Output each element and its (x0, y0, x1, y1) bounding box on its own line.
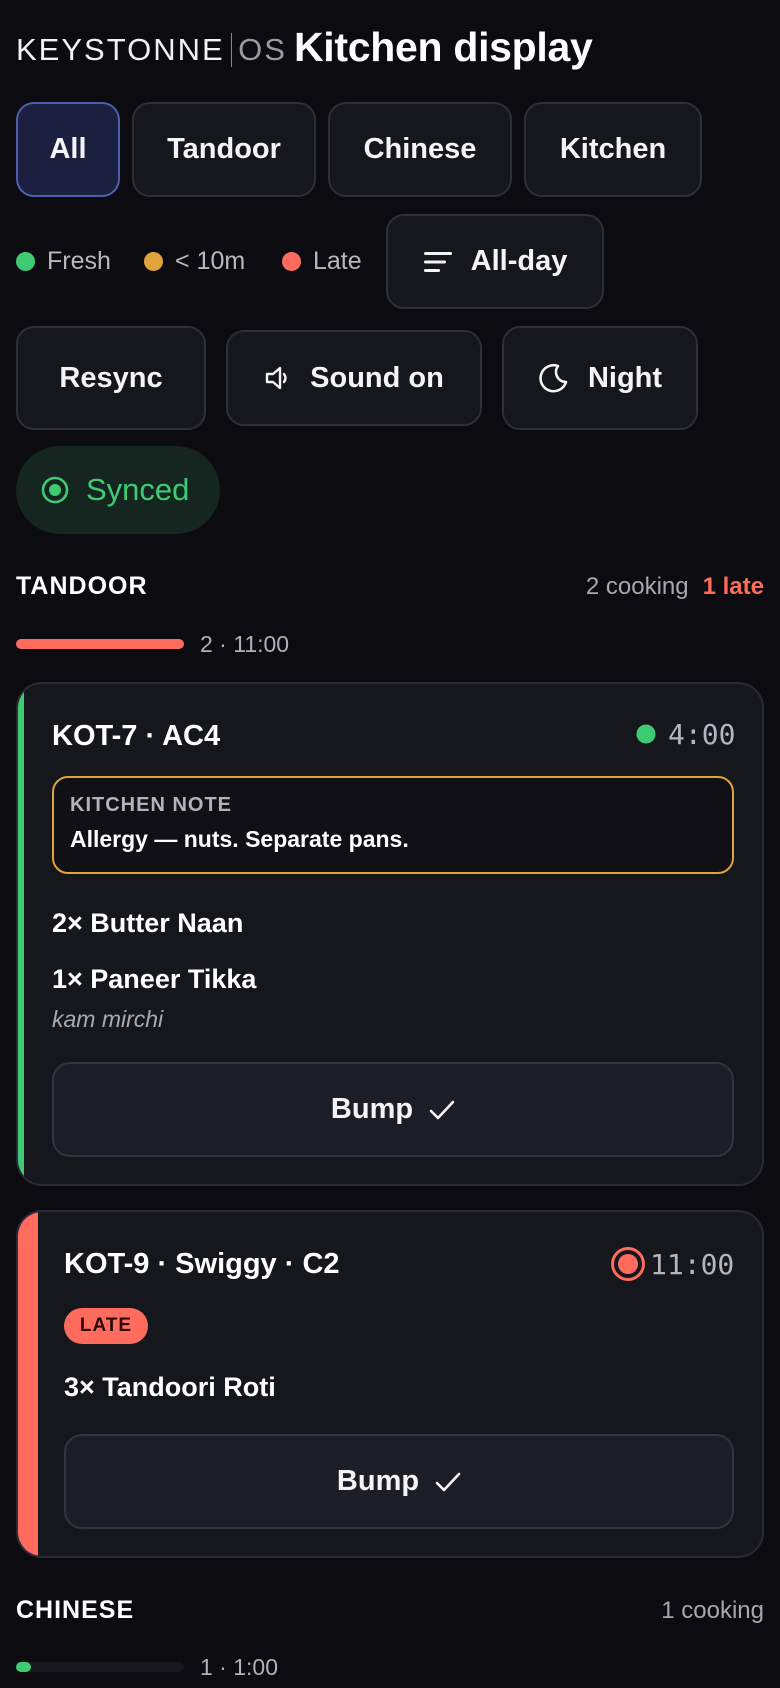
chinese-progress-fill (16, 1662, 32, 1672)
brand-divider (230, 33, 233, 67)
soon-dot-icon (144, 251, 163, 271)
late-count: 1 late (702, 573, 764, 600)
legend-late: Late (282, 246, 362, 276)
speaker-icon (265, 366, 287, 390)
bump-button[interactable]: Bump (52, 1062, 734, 1157)
ticket-card: KOT-9 · Swiggy · C2 11:00 LATE 3× Tandoo… (16, 1210, 764, 1558)
sound-toggle-button[interactable]: Sound on (226, 330, 482, 426)
section-title-tandoor: TANDOOR (16, 572, 148, 600)
ticket-item: 2× Butter Naan (52, 908, 244, 938)
moon-icon (539, 363, 568, 393)
chinese-progress-label: 1 · 1:00 (200, 1654, 278, 1680)
legend-label: < 10m (175, 246, 246, 275)
all-day-label: All-day (470, 245, 568, 277)
kitchen-note: KITCHEN NOTE Allergy — nuts. Separate pa… (52, 776, 734, 874)
tandoor-progress-fill (16, 639, 184, 649)
station-chip-all[interactable]: All (16, 102, 120, 197)
station-chip-tandoor[interactable]: Tandoor (132, 102, 316, 197)
bump-label: Bump (336, 1465, 420, 1497)
sync-status-badge: Synced (16, 446, 220, 534)
station-chip-label: Chinese (363, 133, 477, 165)
cooking-count: 1 cooking (661, 1597, 764, 1624)
station-chip-kitchen[interactable]: Kitchen (524, 102, 702, 197)
kitchen-note-text: Allergy — nuts. Separate pans. (70, 826, 409, 852)
ticket-title: KOT-9 · Swiggy · C2 (64, 1248, 340, 1280)
tandoor-progress-bar (16, 639, 184, 649)
late-badge: LATE (64, 1308, 148, 1344)
header: KEYSTONNE OS Kitchen display (16, 22, 766, 78)
fresh-status-icon (636, 724, 656, 744)
station-chip-chinese[interactable]: Chinese (328, 102, 512, 197)
night-mode-button[interactable]: Night (502, 326, 698, 430)
sync-status-label: Synced (86, 472, 190, 507)
chinese-progress-bar (16, 1662, 184, 1672)
sound-label: Sound on (310, 361, 444, 394)
late-status-icon (611, 1247, 645, 1281)
ticket-title: KOT-7 · AC4 (52, 720, 221, 752)
legend-label: Fresh (47, 246, 111, 275)
late-dot-icon (282, 251, 301, 271)
cooking-count: 2 cooking (585, 573, 689, 600)
item-modifier: kam mirchi (52, 1006, 164, 1032)
station-chip-label: Tandoor (167, 133, 281, 165)
brand-suffix: OS (238, 32, 287, 67)
ticket-item: 3× Tandoori Roti (64, 1372, 276, 1402)
brand-logo: KEYSTONNE OS (16, 32, 287, 68)
check-icon (435, 1472, 461, 1491)
kitchen-note-label: KITCHEN NOTE (70, 794, 232, 816)
synced-radio-icon (41, 476, 69, 504)
ticket-card: KOT-7 · AC4 4:00 KITCHEN NOTE Allergy — … (16, 682, 764, 1186)
page-title: Kitchen display (294, 24, 593, 70)
resync-button[interactable]: Resync (16, 326, 206, 430)
check-icon (429, 1100, 455, 1119)
legend-soon: < 10m (144, 246, 245, 276)
station-chip-label: All (49, 133, 87, 165)
station-chip-label: Kitchen (559, 133, 667, 165)
ticket-status-stripe (18, 684, 24, 1184)
section-meta-tandoor: 2 cooking 1 late (586, 573, 764, 601)
section-meta-chinese: 1 cooking (661, 1597, 764, 1625)
bump-button[interactable]: Bump (64, 1434, 734, 1529)
list-icon (423, 251, 452, 272)
all-day-button[interactable]: All-day (386, 214, 604, 309)
ticket-item: 1× Paneer Tikka (52, 964, 257, 994)
ticket-timer: 11:00 (650, 1248, 735, 1281)
resync-label: Resync (59, 361, 163, 394)
brand-name: KEYSTONNE (16, 32, 225, 67)
tandoor-progress-label: 2 · 11:00 (200, 631, 290, 657)
ticket-status-stripe (18, 1212, 38, 1556)
legend-label: Late (313, 246, 362, 275)
section-title-chinese: CHINESE (16, 1596, 135, 1624)
fresh-dot-icon (16, 251, 35, 271)
bump-label: Bump (330, 1093, 414, 1125)
ticket-timer: 4:00 (668, 718, 736, 751)
legend-fresh: Fresh (16, 246, 111, 276)
night-label: Night (587, 361, 663, 394)
